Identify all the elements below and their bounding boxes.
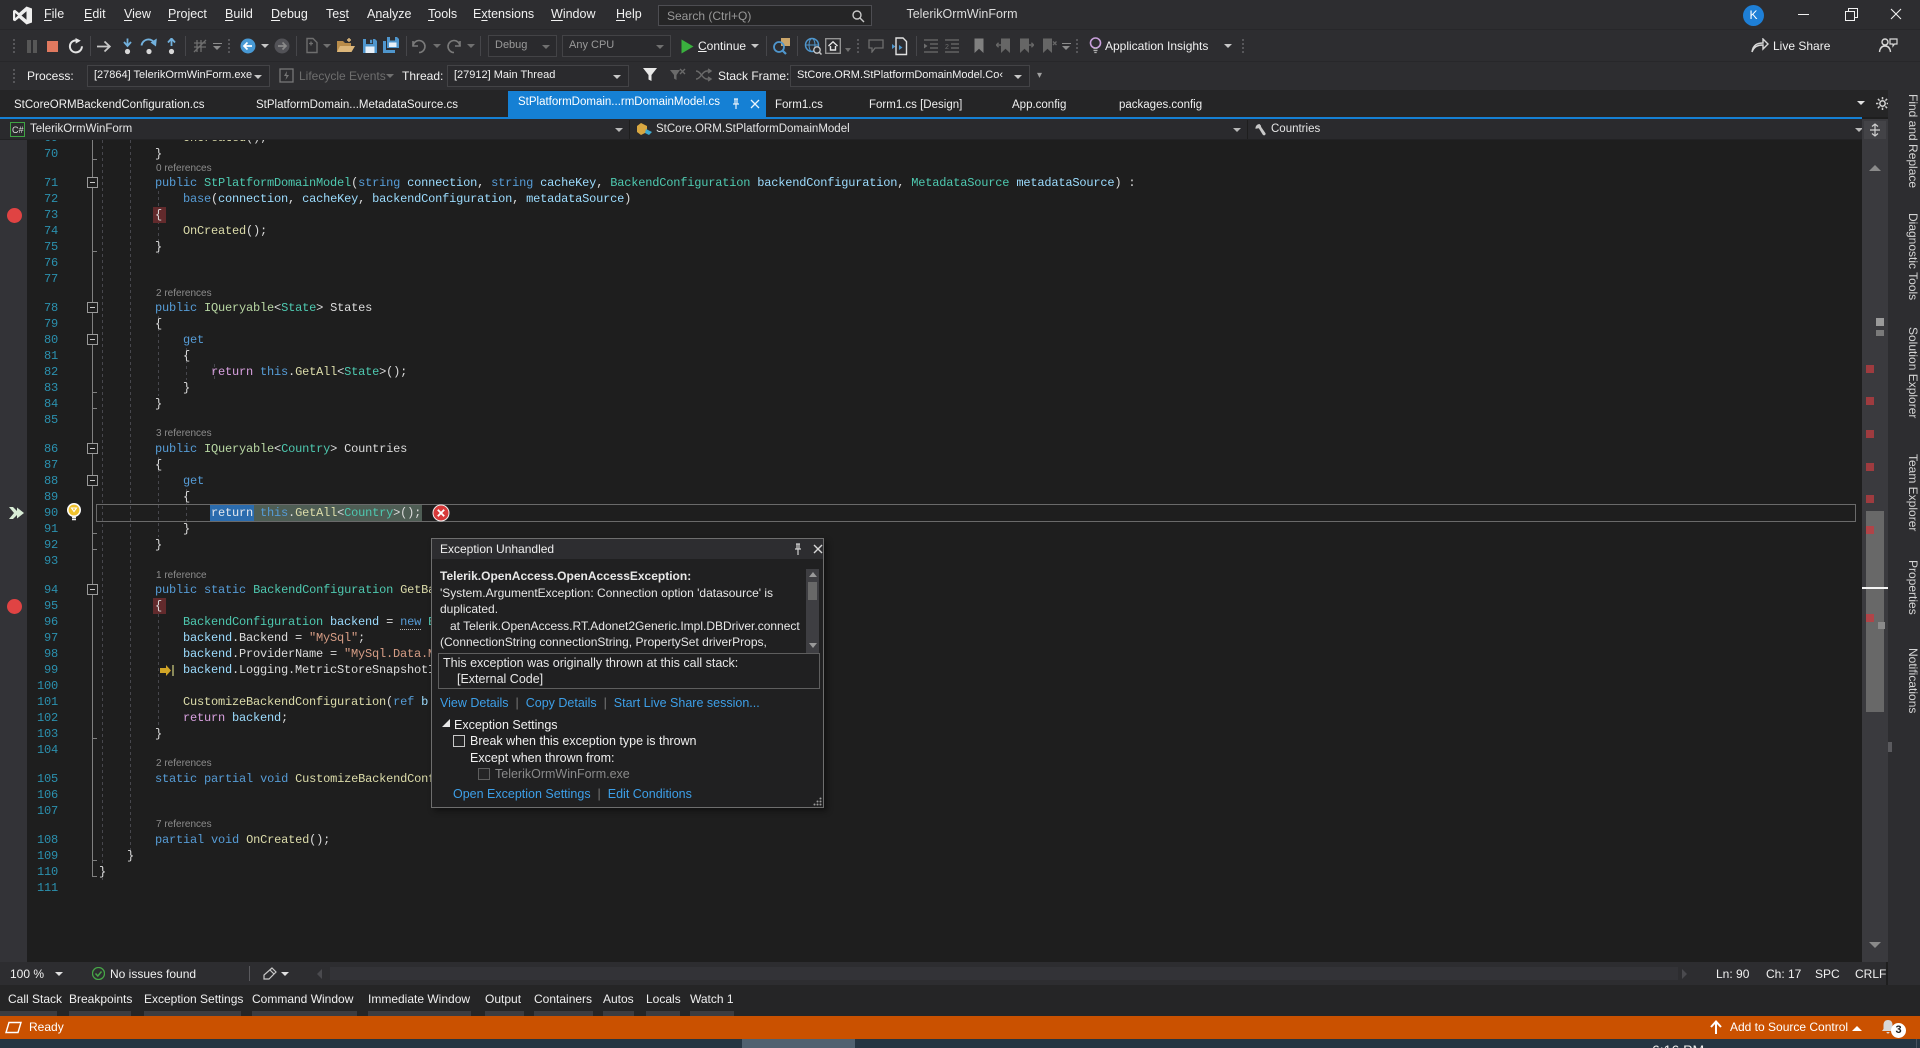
svg-text:C#: C#	[12, 125, 24, 135]
svg-text:2: 2	[945, 44, 949, 51]
